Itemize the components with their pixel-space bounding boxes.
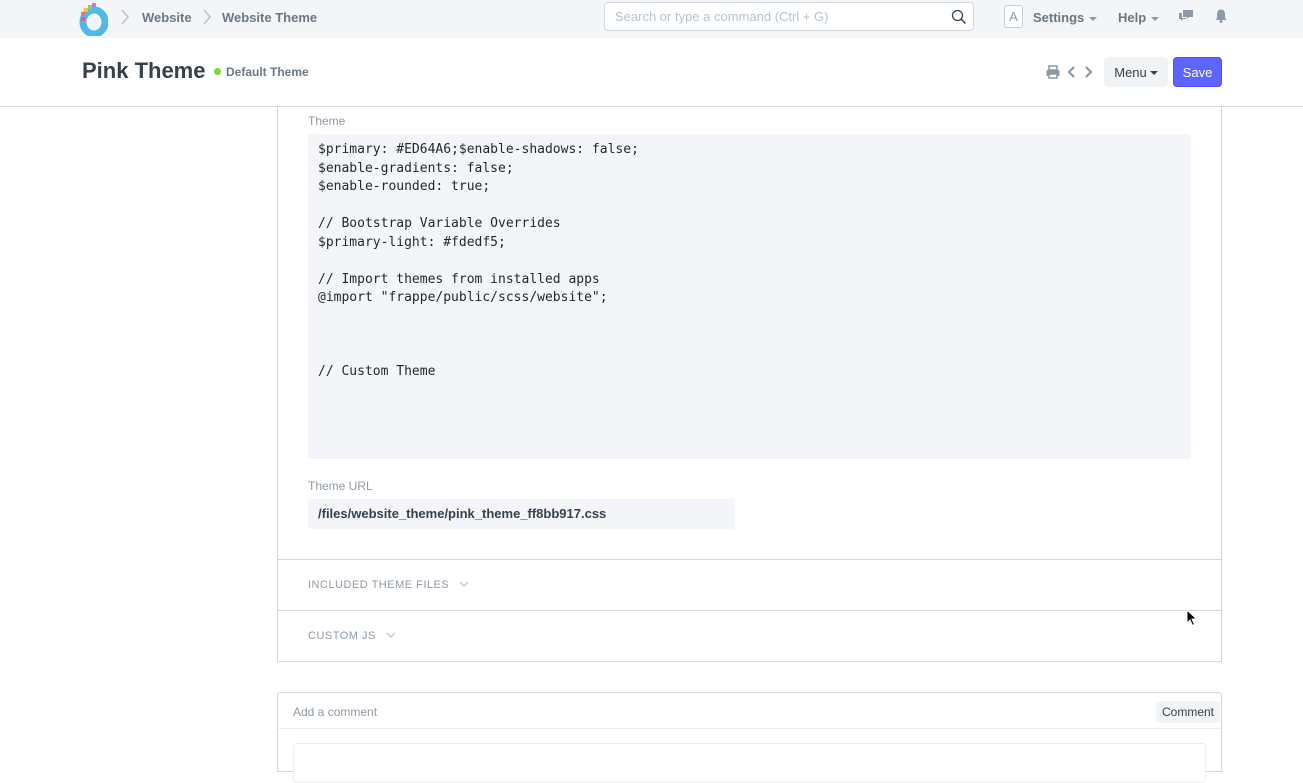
comment-button[interactable]: Comment <box>1155 701 1220 723</box>
page-title: Pink Theme <box>82 58 206 83</box>
theme-code-editor[interactable]: $primary: #ED64A6;$enable-shadows: false… <box>308 134 1191 459</box>
print-icon[interactable] <box>1045 64 1061 80</box>
status-badge: Default Theme <box>214 65 309 79</box>
chevron-right-icon <box>203 9 211 25</box>
help-label: Help <box>1118 10 1147 25</box>
section-heading: CUSTOM JS <box>308 630 396 642</box>
user-avatar[interactable]: A <box>1004 5 1023 28</box>
previous-doc-icon[interactable] <box>1064 64 1080 80</box>
status-label: Default Theme <box>226 65 309 79</box>
breadcrumb-website-theme[interactable]: Website Theme <box>222 10 317 25</box>
chevron-right-icon <box>121 9 129 25</box>
theme-url-field[interactable]: /files/website_theme/pink_theme_ff8bb917… <box>308 499 735 529</box>
search-icon[interactable] <box>951 9 967 25</box>
status-dot <box>214 68 221 75</box>
page-header: Pink Theme Default Theme Menu Save <box>0 38 1303 107</box>
theme-url-label: Theme URL <box>308 479 373 493</box>
chevron-down-icon <box>459 581 469 587</box>
search-bar <box>604 2 974 31</box>
navbar: Website Website Theme A Settings Help <box>0 0 1303 38</box>
section-heading: INCLUDED THEME FILES <box>308 579 469 591</box>
section-included-theme-files[interactable]: INCLUDED THEME FILES <box>278 559 1221 610</box>
settings-dropdown[interactable]: Settings <box>1033 10 1098 25</box>
comment-label: Add a comment <box>293 705 378 719</box>
chat-icon[interactable] <box>1178 8 1194 24</box>
form-card: Theme $primary: #ED64A6;$enable-shadows:… <box>277 107 1222 662</box>
chevron-down-icon <box>386 632 396 638</box>
comment-input[interactable] <box>293 743 1206 783</box>
save-button[interactable]: Save <box>1173 57 1222 87</box>
next-doc-icon[interactable] <box>1080 64 1096 80</box>
app-logo[interactable] <box>78 2 108 36</box>
settings-label: Settings <box>1033 10 1085 25</box>
section-label: INCLUDED THEME FILES <box>308 579 450 591</box>
theme-field-label: Theme <box>308 114 346 128</box>
section-label: CUSTOM JS <box>308 630 376 642</box>
help-dropdown[interactable]: Help <box>1118 10 1160 25</box>
notification-bell-icon[interactable] <box>1213 8 1229 24</box>
comment-box: Add a comment Comment <box>277 692 1222 783</box>
section-custom-js[interactable]: CUSTOM JS <box>278 610 1221 661</box>
caret-down-icon <box>1149 71 1158 76</box>
menu-button[interactable]: Menu <box>1104 57 1168 87</box>
comment-header: Add a comment Comment <box>278 693 1221 729</box>
caret-down-icon <box>1151 16 1160 21</box>
breadcrumb-website[interactable]: Website <box>142 10 192 25</box>
search-input[interactable] <box>605 3 935 30</box>
menu-label: Menu <box>1114 64 1147 80</box>
mouse-cursor-icon <box>1186 609 1198 627</box>
caret-down-icon <box>1089 16 1098 21</box>
